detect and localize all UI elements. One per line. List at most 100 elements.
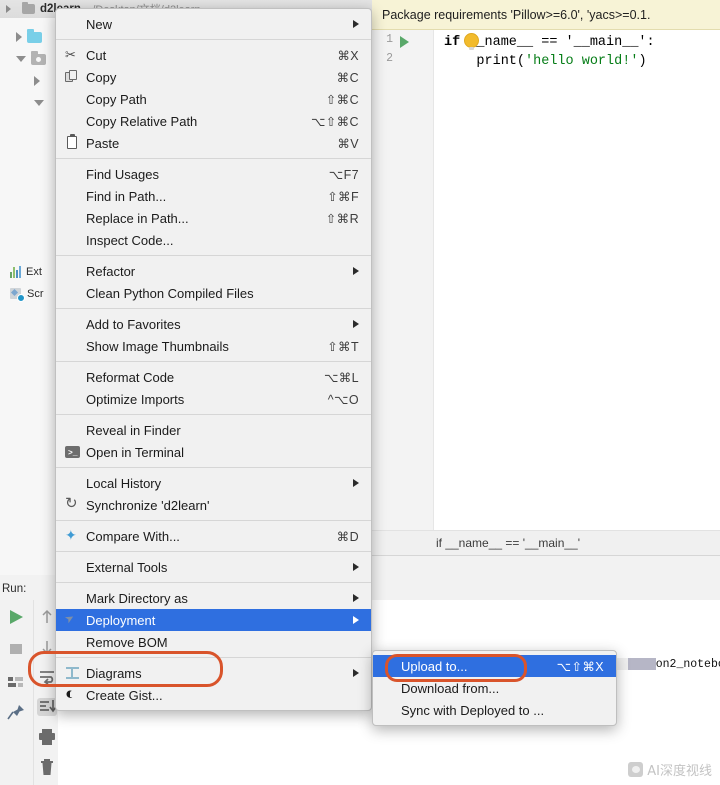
expand-arrow-icon[interactable]	[34, 76, 40, 86]
menu-item-shortcut: ⌥F7	[328, 167, 359, 182]
submenu-item-download-from[interactable]: Download from...	[373, 677, 616, 699]
print-icon[interactable]	[37, 728, 57, 746]
collapse-caret-icon[interactable]	[6, 5, 11, 13]
scissors-icon	[65, 47, 81, 63]
watermark: AI深度视线	[628, 760, 712, 779]
run-label-text: Run:	[2, 583, 27, 595]
submenu-item-label: Upload to...	[401, 658, 468, 674]
submenu-item-sync-with-deployed-to[interactable]: Sync with Deployed to ...	[373, 699, 616, 721]
tree-row[interactable]	[0, 70, 58, 92]
breadcrumb: if __name__ == '__main__'	[372, 530, 720, 556]
term-icon: >_	[65, 444, 81, 460]
scroll-up-icon[interactable]	[37, 608, 57, 626]
watermark-text: AI深度视线	[647, 764, 712, 779]
menu-item-label: Clean Python Compiled Files	[86, 285, 254, 301]
menu-item-find-usages[interactable]: Find Usages ⌥F7	[56, 163, 371, 185]
menu-item-optimize-imports[interactable]: Optimize Imports ^⌥O	[56, 388, 371, 410]
menu-item-label: Paste	[86, 135, 120, 151]
context-menu[interactable]: New Cut ⌘X Copy ⌘C Copy Path ⇧⌘C Copy Relative …	[55, 8, 372, 711]
code-line-2-close: )	[638, 54, 647, 69]
menu-item-label: Compare With...	[86, 528, 180, 544]
menu-item-new[interactable]: New	[56, 13, 371, 35]
menu-item-paste[interactable]: Paste ⌘V	[56, 132, 371, 154]
tree-row[interactable]	[0, 92, 58, 114]
menu-item-label: Show Image Thumbnails	[86, 338, 229, 354]
menu-separator	[56, 551, 371, 552]
scroll-down-icon[interactable]	[37, 638, 57, 656]
editor-gutter: 1 2	[372, 30, 434, 530]
menu-item-shortcut: ⇧⌘T	[327, 339, 359, 354]
menu-item-reformat-code[interactable]: Reformat Code ⌥⌘L	[56, 366, 371, 388]
menu-item-clean-python-compiled-files[interactable]: Clean Python Compiled Files	[56, 282, 371, 304]
paste-icon	[65, 134, 81, 151]
menu-item-mark-directory-as[interactable]: Mark Directory as	[56, 587, 371, 609]
menu-separator	[56, 308, 371, 309]
submenu-arrow-icon	[353, 320, 359, 328]
menu-separator	[56, 361, 371, 362]
code-editor[interactable]: 1 2 if __name__ == '__main__': print('he…	[372, 30, 720, 530]
sidebar-item-scratches[interactable]: Scr	[0, 284, 58, 304]
stop-icon[interactable]	[6, 640, 26, 658]
menu-item-copy[interactable]: Copy ⌘C	[56, 66, 371, 88]
menu-item-label: Copy Relative Path	[86, 113, 198, 129]
folder-icon	[27, 28, 42, 43]
code-line-1-rest: __name__ == '__main__':	[460, 35, 655, 50]
expand-arrow-icon[interactable]	[16, 32, 22, 42]
menu-item-shortcut: ⌘X	[337, 48, 359, 63]
menu-item-compare-with[interactable]: Compare With... ⌘D	[56, 525, 371, 547]
menu-item-open-in-terminal[interactable]: >_ Open in Terminal	[56, 441, 371, 463]
collapse-arrow-icon[interactable]	[16, 56, 26, 62]
menu-item-synchronize-d2learn[interactable]: Synchronize 'd2learn'	[56, 494, 371, 516]
menu-item-label: Diagrams	[86, 665, 142, 681]
scroll-to-end-icon[interactable]	[37, 698, 57, 716]
run-icon[interactable]	[6, 608, 26, 626]
submenu-arrow-icon	[353, 594, 359, 602]
collapse-arrow-icon[interactable]	[34, 100, 44, 106]
code-content[interactable]: if __name__ == '__main__': print('hello …	[444, 33, 720, 71]
tree-row[interactable]	[0, 48, 58, 70]
submenu-item-label: Sync with Deployed to ...	[401, 702, 545, 718]
menu-item-shortcut: ^⌥O	[327, 392, 359, 407]
run-gutter-icon[interactable]	[400, 36, 409, 48]
project-sidebar[interactable]: Ext Scr	[0, 18, 58, 575]
menu-item-external-tools[interactable]: External Tools	[56, 556, 371, 578]
menu-item-show-image-thumbnails[interactable]: Show Image Thumbnails ⇧⌘T	[56, 335, 371, 357]
tree-row[interactable]	[0, 26, 58, 48]
menu-item-replace-in-path[interactable]: Replace in Path... ⇧⌘R	[56, 207, 371, 229]
menu-item-shortcut: ⌘C	[336, 70, 359, 85]
menu-item-cut[interactable]: Cut ⌘X	[56, 44, 371, 66]
menu-item-label: Find Usages	[86, 166, 159, 182]
pin-icon[interactable]	[6, 704, 26, 722]
menu-item-label: Inspect Code...	[86, 232, 174, 248]
submenu-item-upload-to[interactable]: Upload to... ⌥⇧⌘X	[373, 655, 616, 677]
menu-item-remove-bom[interactable]: Remove BOM	[56, 631, 371, 653]
menu-item-inspect-code[interactable]: Inspect Code...	[56, 229, 371, 251]
compare-icon	[65, 527, 81, 544]
menu-item-deployment[interactable]: Deployment	[56, 609, 371, 631]
run-toolbar-primary[interactable]	[0, 600, 32, 785]
trash-icon[interactable]	[37, 758, 57, 776]
menu-item-copy-relative-path[interactable]: Copy Relative Path ⌥⇧⌘C	[56, 110, 371, 132]
menu-item-shortcut: ⇧⌘C	[325, 92, 359, 107]
menu-item-create-gist[interactable]: Create Gist...	[56, 684, 371, 706]
intention-bulb-icon[interactable]	[465, 34, 478, 50]
menu-item-copy-path[interactable]: Copy Path ⇧⌘C	[56, 88, 371, 110]
soft-wrap-icon[interactable]	[37, 668, 57, 686]
code-line-2-string: 'hello world!'	[525, 54, 639, 69]
menu-item-diagrams[interactable]: Diagrams	[56, 662, 371, 684]
package-requirements-banner: Package requirements 'Pillow>=6.0', 'yac…	[372, 0, 720, 30]
deployment-submenu[interactable]: Upload to... ⌥⇧⌘X Download from... Sync wit…	[372, 650, 617, 726]
menu-item-refactor[interactable]: Refactor	[56, 260, 371, 282]
rerun-icon[interactable]	[6, 672, 26, 690]
menu-item-label: Refactor	[86, 263, 136, 279]
menu-item-local-history[interactable]: Local History	[56, 472, 371, 494]
sidebar-item-external-libraries[interactable]: Ext	[0, 262, 58, 282]
line-number: 2	[386, 52, 393, 65]
submenu-arrow-icon	[353, 616, 359, 624]
menu-item-label: Synchronize 'd2learn'	[86, 497, 210, 513]
menu-item-find-in-path[interactable]: Find in Path... ⇧⌘F	[56, 185, 371, 207]
menu-item-add-to-favorites[interactable]: Add to Favorites	[56, 313, 371, 335]
console-text: on2_noteboo	[655, 658, 720, 671]
menu-item-reveal-in-finder[interactable]: Reveal in Finder	[56, 419, 371, 441]
scratches-label: Scr	[27, 288, 44, 300]
